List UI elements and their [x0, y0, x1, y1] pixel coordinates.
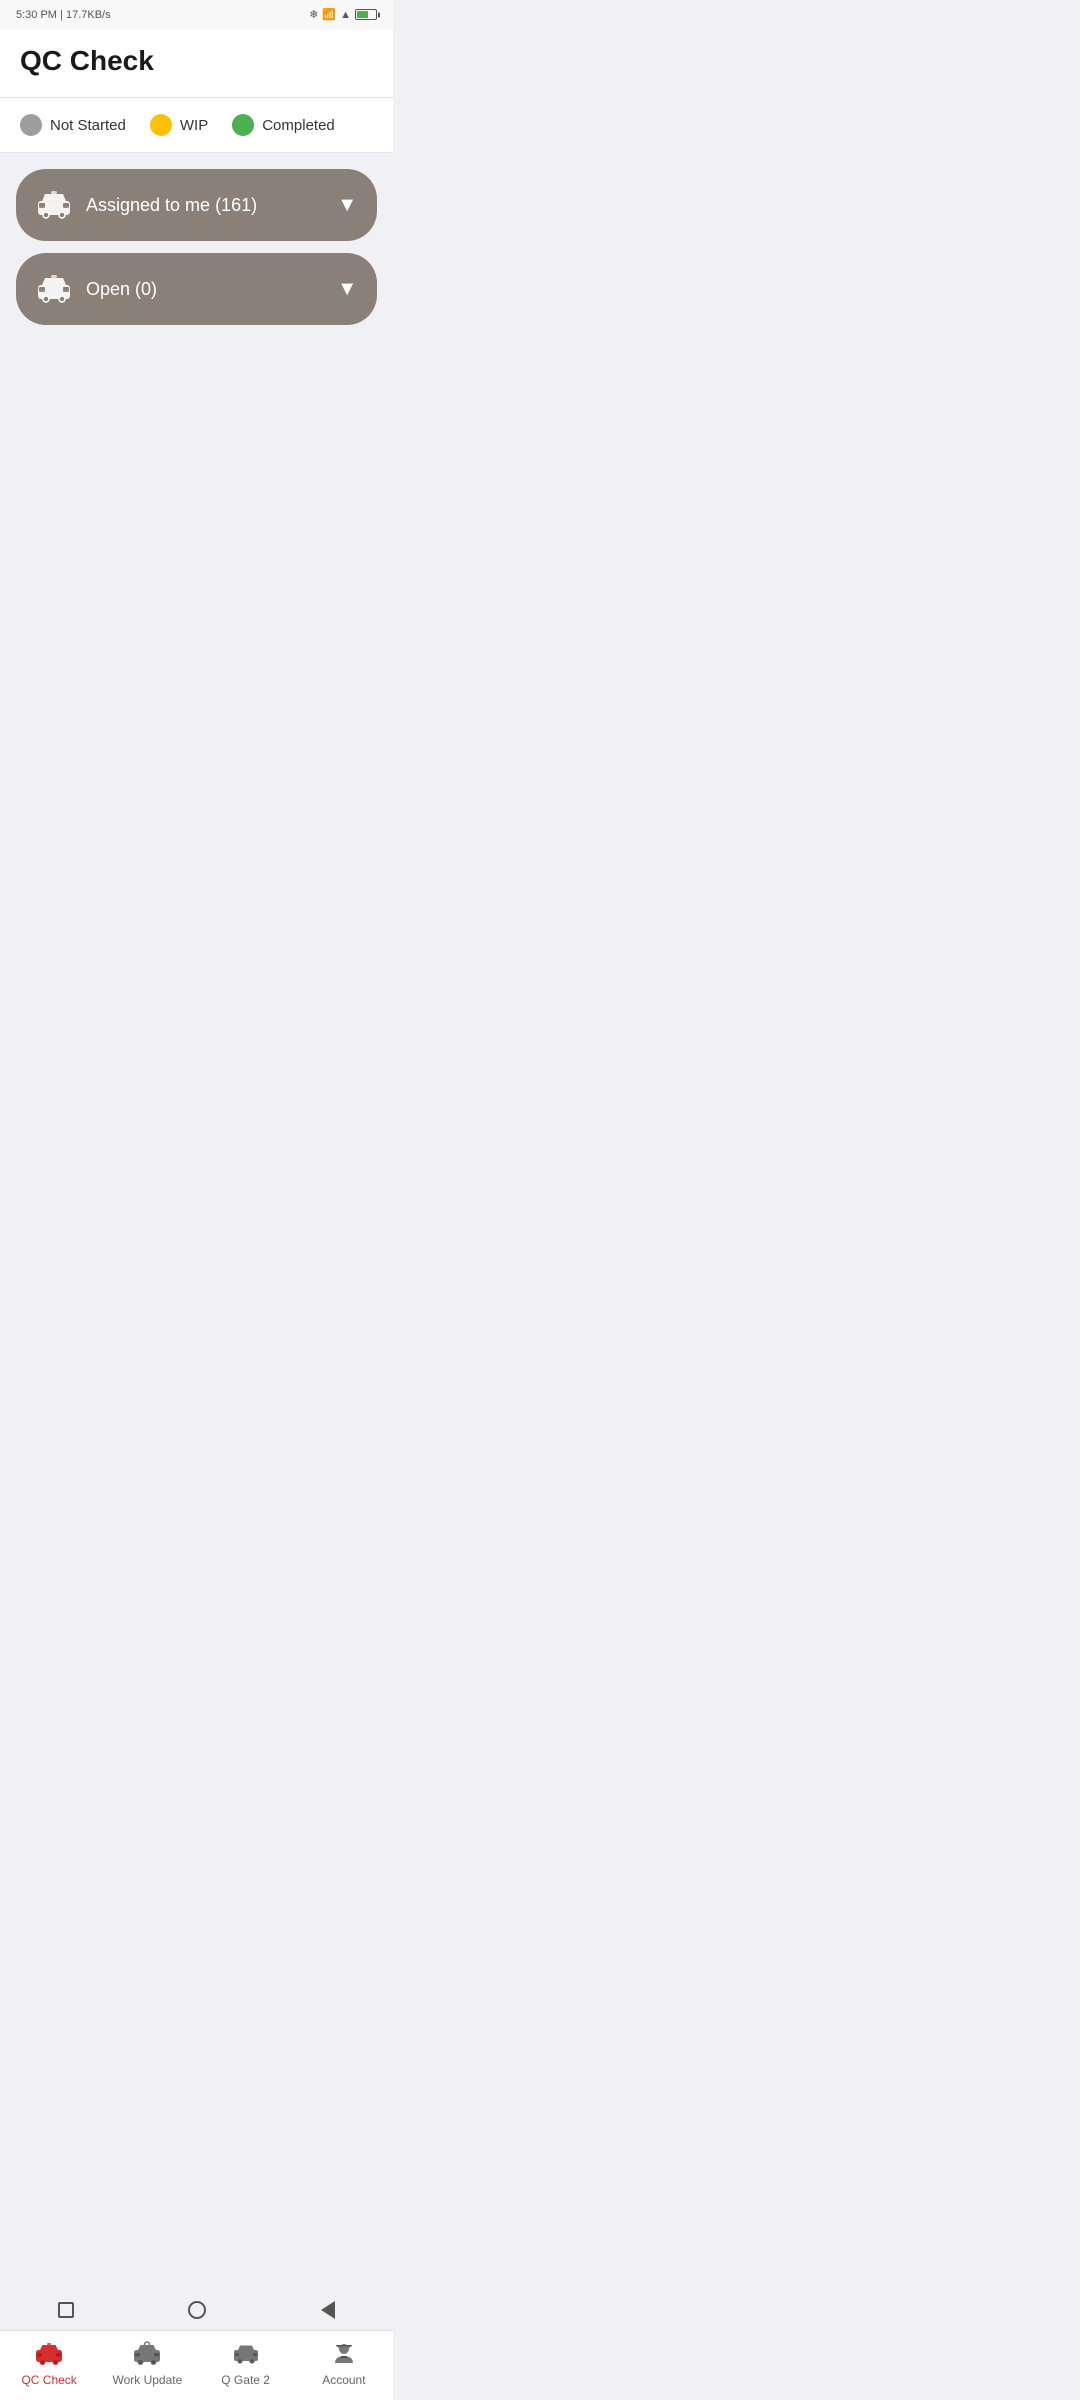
nav-label-work-update: Work Update	[112, 2373, 182, 2387]
car-icon-assigned	[36, 187, 72, 223]
status-bar: 5:30 PM | 17.7KB/s ❄ 📶 ▲	[0, 0, 393, 29]
battery-indicator	[355, 9, 377, 20]
bluetooth-icon: ❄	[309, 8, 318, 21]
system-square-button[interactable]	[55, 2299, 77, 2321]
chevron-down-icon-open: ▼	[337, 278, 357, 301]
legend-wip-label: WIP	[180, 117, 208, 134]
car-icon-open	[36, 271, 72, 307]
dot-completed	[232, 114, 254, 136]
chevron-down-icon-assigned: ▼	[337, 194, 357, 217]
assigned-to-me-button[interactable]: Assigned to me (161) ▼	[16, 169, 377, 241]
dot-not-started	[20, 114, 42, 136]
assigned-label: Assigned to me (161)	[86, 195, 257, 216]
open-button[interactable]: Open (0) ▼	[16, 253, 377, 325]
system-back-button[interactable]	[317, 2299, 339, 2321]
status-time-network: 5:30 PM | 17.7KB/s	[16, 9, 111, 21]
q-gate-2-nav-icon	[232, 2341, 260, 2369]
nav-label-account: Account	[322, 2373, 365, 2387]
system-nav	[0, 2290, 393, 2330]
qc-check-nav-icon	[35, 2341, 63, 2369]
signal-icon: ▲	[340, 9, 351, 21]
nav-label-q-gate-2: Q Gate 2	[221, 2373, 270, 2387]
bottom-nav: QC Check Work Update Q Gate 2	[0, 2330, 393, 2400]
legend-wip: WIP	[150, 114, 208, 136]
account-nav-icon	[330, 2341, 358, 2369]
page-title: QC Check	[20, 45, 373, 77]
nav-item-qc-check[interactable]: QC Check	[0, 2331, 98, 2396]
main-content: Assigned to me (161) ▼	[0, 153, 393, 897]
legend-completed: Completed	[232, 114, 335, 136]
legend-row: Not Started WIP Completed	[0, 98, 393, 153]
header: QC Check	[0, 29, 393, 98]
work-update-nav-icon	[133, 2341, 161, 2369]
nav-item-q-gate-2[interactable]: Q Gate 2	[197, 2331, 295, 2396]
legend-not-started: Not Started	[20, 114, 126, 136]
content-area: Assigned to me (161) ▼	[0, 153, 393, 897]
dot-wip	[150, 114, 172, 136]
status-icons: ❄ 📶 ▲	[309, 8, 377, 21]
nav-item-account[interactable]: Account	[295, 2331, 393, 2396]
nav-item-work-update[interactable]: Work Update	[98, 2331, 196, 2396]
open-label: Open (0)	[86, 279, 157, 300]
legend-completed-label: Completed	[262, 117, 335, 134]
nav-label-qc-check: QC Check	[21, 2373, 76, 2387]
wifi-icon: 📶	[322, 8, 336, 21]
legend-not-started-label: Not Started	[50, 117, 126, 134]
system-circle-button[interactable]	[186, 2299, 208, 2321]
